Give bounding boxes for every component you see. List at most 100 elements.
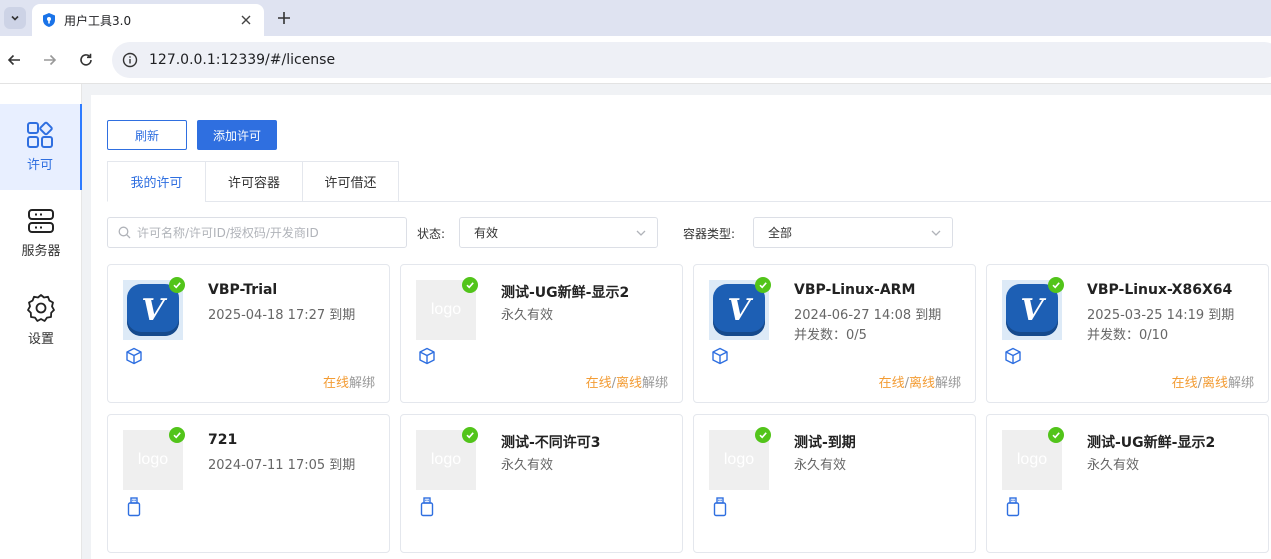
license-detail: 并发数：0/5	[794, 328, 867, 343]
side-navigation: 许可 服务器 设置	[0, 84, 82, 559]
check-circle-icon	[169, 277, 185, 293]
tab-close-icon[interactable]	[238, 12, 254, 28]
license-card[interactable]: logo 测试-不同许可3 永久有效	[400, 414, 683, 553]
sidebar-item-label: 许可	[26, 158, 53, 173]
license-card[interactable]: logo 721 2024-07-11 17:05 到期	[107, 414, 390, 553]
check-circle-icon	[755, 277, 771, 293]
license-detail: 永久有效	[501, 458, 554, 473]
license-card[interactable]: V VBP-Linux-X86X64 2025-03-25 14:19 到期 并发数：…	[986, 264, 1269, 403]
license-name: 测试-UG新鲜-显示2	[1087, 435, 1216, 451]
chevron-down-icon	[636, 230, 646, 236]
unbind-link[interactable]: 解绑	[935, 376, 961, 391]
license-card[interactable]: V VBP-Trial 2025-04-18 17:27 到期 在线解绑	[107, 264, 390, 403]
license-actions: 在线/离线解绑	[879, 372, 961, 391]
online-link[interactable]: 在线	[879, 376, 905, 391]
status-select[interactable]: 有效	[459, 217, 658, 248]
tab-list-button[interactable]	[4, 7, 26, 29]
license-detail: 永久有效	[1087, 458, 1140, 473]
license-card[interactable]: logo 测试-到期 永久有效	[693, 414, 976, 553]
reload-icon	[80, 53, 92, 66]
license-name: VBP-Linux-X86X64	[1087, 282, 1233, 298]
tab-license-borrow[interactable]: 许可借还	[302, 161, 399, 202]
check-circle-icon	[1048, 427, 1064, 443]
site-info-icon[interactable]	[120, 50, 140, 70]
license-actions: 在线解绑	[323, 372, 375, 391]
apps-grid-icon	[27, 121, 53, 148]
usb-icon	[1004, 497, 1022, 517]
license-name: VBP-Trial	[208, 282, 278, 298]
license-name: 测试-UG新鲜-显示2	[501, 285, 630, 301]
tab-license-containers[interactable]: 许可容器	[205, 161, 302, 202]
check-circle-icon	[462, 277, 478, 293]
license-tabs: 我的许可 许可容器 许可借还	[107, 161, 399, 202]
offline-link[interactable]: 离线	[616, 376, 642, 391]
check-circle-icon	[462, 427, 478, 443]
license-actions: 在线/离线解绑	[586, 372, 668, 391]
license-detail: 2024-06-27 14:08 到期	[794, 308, 942, 323]
check-circle-icon	[169, 427, 185, 443]
license-name: VBP-Linux-ARM	[794, 282, 916, 298]
reload-button[interactable]	[76, 50, 96, 70]
server-icon	[28, 209, 54, 233]
check-circle-icon	[1048, 277, 1064, 293]
cube-icon	[1004, 347, 1022, 365]
shield-icon	[43, 13, 55, 27]
browser-tabstrip: 用户工具3.0	[0, 0, 1271, 36]
address-url: 127.0.0.1:12339/#/license	[149, 52, 336, 68]
check-circle-icon	[755, 427, 771, 443]
online-link[interactable]: 在线	[1172, 376, 1198, 391]
online-link[interactable]: 在线	[323, 376, 349, 391]
license-name: 721	[208, 432, 238, 448]
usb-icon	[125, 497, 143, 517]
cube-icon	[125, 347, 143, 365]
browser-toolbar: 127.0.0.1:12339/#/license	[0, 36, 1271, 84]
add-license-button[interactable]: 添加许可	[197, 120, 277, 150]
license-detail: 2024-07-11 17:05 到期	[208, 458, 356, 473]
online-link[interactable]: 在线	[586, 376, 612, 391]
unbind-link[interactable]: 解绑	[1228, 376, 1254, 391]
license-card[interactable]: logo 测试-UG新鲜-显示2 永久有效 在线/离线解绑	[400, 264, 683, 403]
vbp-logo-letter: V	[713, 284, 765, 336]
address-bar[interactable]: 127.0.0.1:12339/#/license	[112, 42, 1271, 78]
cube-icon	[418, 347, 436, 365]
sidebar-item-server[interactable]: 服务器	[0, 190, 82, 276]
usb-icon	[711, 497, 729, 517]
unbind-link[interactable]: 解绑	[349, 376, 375, 391]
usb-icon	[418, 497, 436, 517]
status-select-value: 有效	[474, 226, 499, 240]
vbp-logo-letter: V	[1006, 284, 1058, 336]
refresh-button[interactable]: 刷新	[107, 120, 187, 150]
sidebar-item-license[interactable]: 许可	[0, 104, 82, 190]
license-actions: 在线/离线解绑	[1172, 372, 1254, 391]
cube-icon	[711, 347, 729, 365]
container-type-label: 容器类型:	[683, 227, 736, 241]
unbind-link[interactable]: 解绑	[642, 376, 668, 391]
offline-link[interactable]: 离线	[1202, 376, 1228, 391]
sidebar-item-settings[interactable]: 设置	[0, 276, 82, 362]
gear-icon	[27, 294, 55, 322]
container-type-select-value: 全部	[768, 226, 793, 240]
browser-tab[interactable]: 用户工具3.0	[32, 4, 264, 36]
license-detail: 永久有效	[501, 308, 554, 323]
sidebar-item-label: 设置	[27, 332, 54, 347]
back-button[interactable]	[4, 50, 24, 70]
status-label: 状态:	[417, 227, 446, 241]
license-name: 测试-到期	[794, 435, 856, 451]
license-panel: 刷新 添加许可 我的许可 许可容器 许可借还 许可名称/许可ID/授权码/开发商…	[91, 95, 1271, 559]
container-type-select[interactable]: 全部	[753, 217, 953, 248]
offline-link[interactable]: 离线	[909, 376, 935, 391]
license-detail: 2025-04-18 17:27 到期	[208, 308, 356, 323]
license-detail: 2025-03-25 14:19 到期	[1087, 308, 1235, 323]
search-input[interactable]: 许可名称/许可ID/授权码/开发商ID	[107, 217, 407, 248]
plus-icon	[278, 12, 290, 24]
search-icon	[118, 226, 131, 239]
license-name: 测试-不同许可3	[501, 435, 601, 451]
forward-button[interactable]	[40, 50, 60, 70]
license-detail: 并发数：0/10	[1087, 328, 1169, 343]
license-card[interactable]: V VBP-Linux-ARM 2024-06-27 14:08 到期 并发数：0/5…	[693, 264, 976, 403]
license-detail: 永久有效	[794, 458, 847, 473]
new-tab-button[interactable]	[274, 8, 294, 28]
tab-my-licenses[interactable]: 我的许可	[107, 161, 205, 202]
license-card[interactable]: logo 测试-UG新鲜-显示2 永久有效	[986, 414, 1269, 553]
arrow-right-icon	[44, 54, 57, 66]
